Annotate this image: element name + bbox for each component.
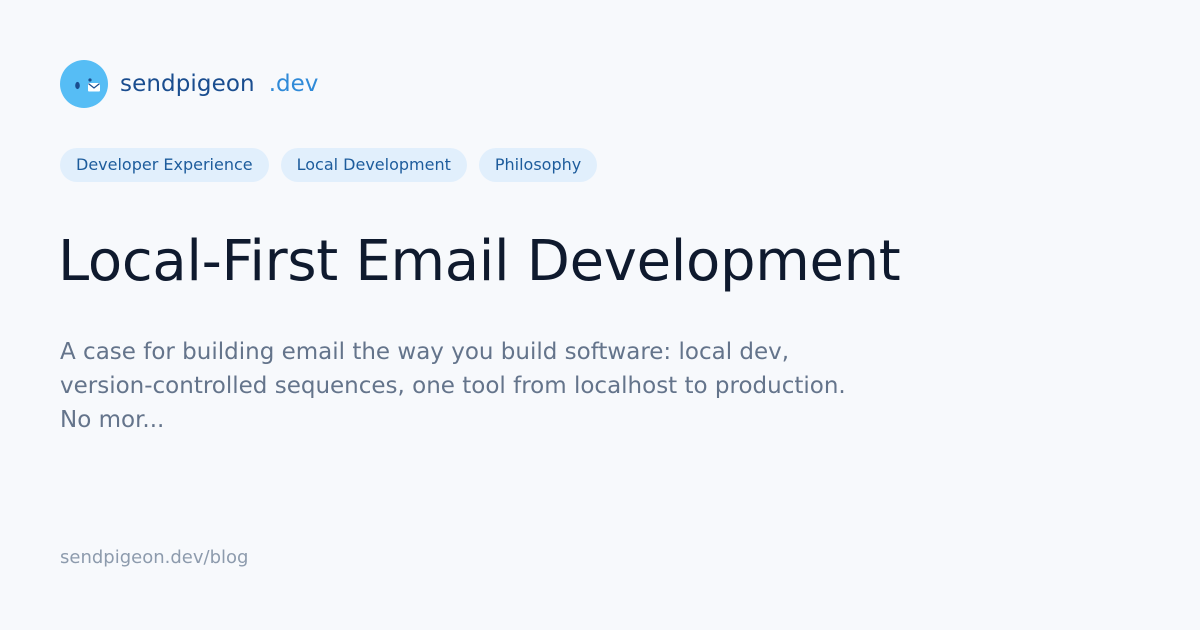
tag-philosophy: Philosophy xyxy=(478,148,598,182)
brand-tld: .dev xyxy=(268,71,319,97)
article-description: A case for building email the way you bu… xyxy=(60,339,846,433)
pigeon-mail-icon xyxy=(60,60,108,108)
footer-url: sendpigeon.dev/blog xyxy=(60,547,249,568)
brand-header: sendpigeon .dev xyxy=(60,60,318,108)
brand-name: sendpigeon xyxy=(120,71,255,97)
og-card: sendpigeon .dev Developer Experience Loc… xyxy=(0,0,1200,630)
tag-developer-experience: Developer Experience xyxy=(60,148,269,182)
tag-local-development: Local Development xyxy=(280,148,467,182)
tag-list: Developer Experience Local Development P… xyxy=(60,148,598,182)
article-title: Local-First Email Development xyxy=(58,229,901,294)
